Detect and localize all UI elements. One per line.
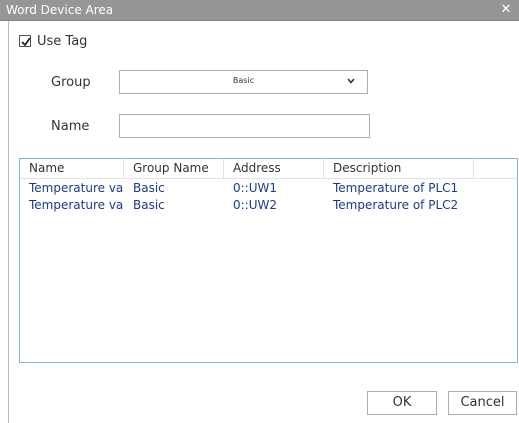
column-header-name[interactable]: Name bbox=[20, 159, 124, 178]
cell-name: Temperature va bbox=[29, 181, 124, 195]
title-bar: Word Device Area ✕ bbox=[0, 0, 519, 21]
group-selected-value: Basic bbox=[232, 76, 255, 85]
cell-name: Temperature va bbox=[29, 198, 124, 212]
ok-button[interactable]: OK bbox=[367, 391, 437, 415]
name-label: Name bbox=[51, 119, 90, 134]
column-header-group-name[interactable]: Group Name bbox=[124, 159, 224, 178]
cell-address: 0::UW1 bbox=[233, 181, 278, 195]
use-tag-checkbox-row[interactable]: Use Tag bbox=[19, 33, 87, 49]
group-label: Group bbox=[51, 75, 91, 90]
column-header-address[interactable]: Address bbox=[224, 159, 324, 178]
dialog-body: Use Tag Group Basic Name Name Group Name… bbox=[8, 21, 519, 423]
column-header-description[interactable]: Description bbox=[324, 159, 474, 178]
cell-address: 0::UW2 bbox=[233, 198, 278, 212]
cell-description: Temperature of PLC2 bbox=[333, 198, 459, 212]
window-title: Word Device Area bbox=[6, 3, 114, 17]
use-tag-checkbox[interactable] bbox=[19, 35, 31, 47]
cell-description: Temperature of PLC1 bbox=[333, 181, 459, 195]
cancel-button[interactable]: Cancel bbox=[448, 391, 517, 415]
close-button[interactable]: ✕ bbox=[499, 1, 513, 19]
use-tag-label: Use Tag bbox=[37, 33, 88, 49]
close-icon: ✕ bbox=[500, 2, 512, 17]
table-row[interactable]: Temperature va Basic 0::UW1 Temperature … bbox=[20, 180, 517, 196]
tag-table: Name Group Name Address Description Temp… bbox=[19, 158, 518, 363]
cell-group: Basic bbox=[133, 181, 165, 195]
table-header: Name Group Name Address Description bbox=[20, 159, 517, 179]
group-select[interactable]: Basic bbox=[119, 70, 368, 94]
name-input[interactable] bbox=[119, 114, 370, 138]
chevron-down-icon bbox=[347, 78, 355, 84]
table-row[interactable]: Temperature va Basic 0::UW2 Temperature … bbox=[20, 197, 517, 213]
cell-group: Basic bbox=[133, 198, 165, 212]
checkmark-icon bbox=[21, 37, 31, 47]
